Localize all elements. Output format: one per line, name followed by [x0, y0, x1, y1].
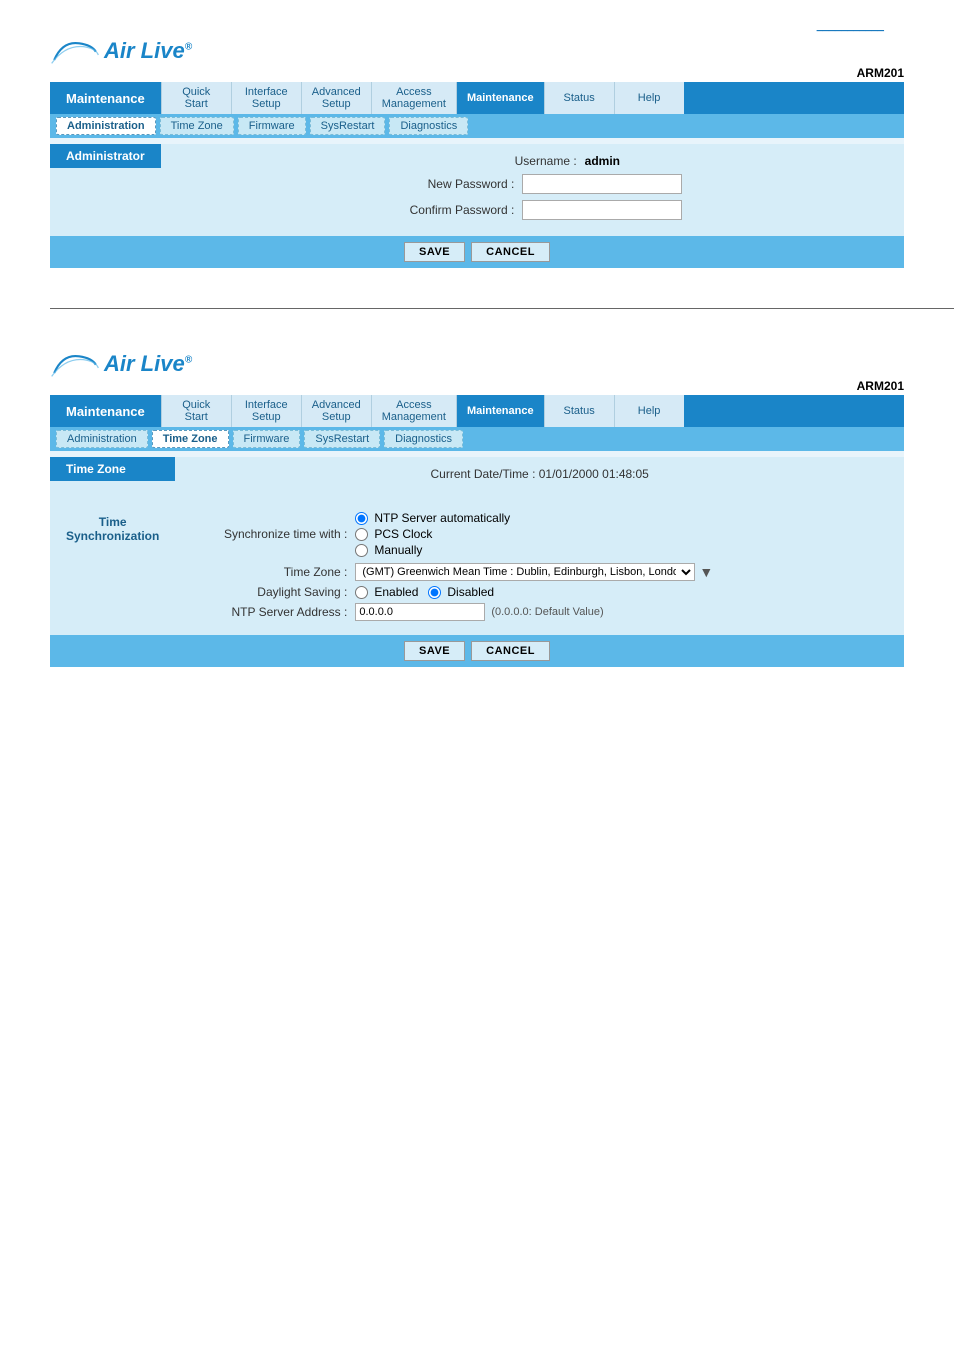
- admin-button-area: SAVE CANCEL: [50, 236, 904, 268]
- tz-button-area: SAVE CANCEL: [50, 635, 904, 667]
- admin-save-button[interactable]: SAVE: [404, 242, 465, 262]
- nav-current-label-2: Maintenance: [50, 395, 161, 427]
- nav-bar: Maintenance Quick Start Interface Setup …: [50, 82, 904, 114]
- sub-nav-1: Administration Time Zone Firmware SysRes…: [50, 114, 904, 138]
- daylight-label: Daylight Saving :: [195, 585, 355, 599]
- username-value: admin: [585, 154, 620, 168]
- admin-cancel-button[interactable]: CANCEL: [471, 242, 550, 262]
- ntp-label: NTP Server Address :: [195, 605, 355, 619]
- tz-table: Time Zone Current Date/Time : 01/01/2000…: [50, 457, 904, 635]
- confirm-password-label: Confirm Password :: [382, 203, 522, 217]
- subnav2-sysrestart[interactable]: SysRestart: [304, 430, 380, 448]
- tz-cancel-button[interactable]: CANCEL: [471, 641, 550, 661]
- tz-save-button[interactable]: SAVE: [404, 641, 465, 661]
- subnav2-administration[interactable]: Administration: [56, 430, 148, 448]
- subnav-firmware[interactable]: Firmware: [238, 117, 306, 135]
- sync-label: Synchronize time with :: [195, 527, 355, 541]
- nav2-interface-setup[interactable]: Interface Setup: [231, 395, 301, 427]
- nav-current-label: Maintenance: [50, 82, 161, 114]
- subnav-sysrestart[interactable]: SysRestart: [310, 117, 386, 135]
- time-sync-label: Time Synchronization: [50, 507, 175, 551]
- tz-form: Current Date/Time : 01/01/2000 01:48:05: [175, 457, 904, 501]
- sync-ntp-radio[interactable]: [355, 512, 368, 525]
- new-password-label: New Password :: [382, 177, 522, 191]
- time-sync-form: Synchronize time with : NTP Server autom…: [175, 501, 904, 635]
- sub-nav-2: Administration Time Zone Firmware SysRes…: [50, 427, 904, 451]
- timezone-select[interactable]: (GMT) Greenwich Mean Time : Dublin, Edin…: [355, 563, 695, 581]
- daylight-options: Enabled Disabled: [355, 585, 494, 599]
- device-label: ARM201: [50, 66, 904, 80]
- nav-access-management[interactable]: Access Management: [371, 82, 456, 114]
- sync-options: NTP Server automatically PCS Clock Manua…: [355, 511, 510, 557]
- current-datetime-value: 01/01/2000 01:48:05: [539, 467, 649, 481]
- sync-ntp-auto[interactable]: NTP Server automatically: [355, 511, 510, 525]
- top-link[interactable]: ___________: [50, 20, 904, 32]
- nav-interface-setup[interactable]: Interface Setup: [231, 82, 301, 114]
- sync-manually-radio[interactable]: [355, 544, 368, 557]
- logo-area: Air Live®: [50, 36, 904, 64]
- daylight-disabled-radio[interactable]: [428, 586, 441, 599]
- device-label-2: ARM201: [50, 379, 904, 393]
- subnav2-time-zone[interactable]: Time Zone: [152, 430, 229, 448]
- nav2-status[interactable]: Status: [544, 395, 614, 427]
- logo-text-2: Air Live®: [104, 351, 192, 377]
- tz-section-header: Time Zone: [50, 457, 175, 481]
- sync-pcs-clock[interactable]: PCS Clock: [355, 527, 510, 541]
- admin-table: Administrator Username : admin New Passw…: [50, 144, 904, 236]
- nav2-quick-start[interactable]: Quick Start: [161, 395, 231, 427]
- new-password-input[interactable]: [522, 174, 682, 194]
- nav-help[interactable]: Help: [614, 82, 684, 114]
- nav-bar-2: Maintenance Quick Start Interface Setup …: [50, 395, 904, 427]
- section-divider: [50, 308, 954, 309]
- ntp-input[interactable]: [355, 603, 485, 621]
- current-datetime-label: Current Date/Time :: [430, 467, 535, 481]
- nav2-access-management[interactable]: Access Management: [371, 395, 456, 427]
- sync-row: Synchronize time with : NTP Server autom…: [195, 511, 884, 557]
- daylight-row: Daylight Saving : Enabled Disabled: [195, 585, 884, 599]
- logo-area-2: Air Live®: [50, 349, 904, 377]
- ntp-row: NTP Server Address : (0.0.0.0: Default V…: [195, 603, 884, 621]
- sync-pcs-radio[interactable]: [355, 528, 368, 541]
- subnav-time-zone[interactable]: Time Zone: [160, 117, 234, 135]
- nav2-advanced-setup[interactable]: Advanced Setup: [301, 395, 371, 427]
- timezone-row: Time Zone : (GMT) Greenwich Mean Time : …: [195, 563, 884, 581]
- nav2-maintenance[interactable]: Maintenance: [456, 395, 544, 427]
- nav-quick-start[interactable]: Quick Start: [161, 82, 231, 114]
- admin-section-header: Administrator: [50, 144, 161, 168]
- subnav2-diagnostics[interactable]: Diagnostics: [384, 430, 463, 448]
- ntp-hint: (0.0.0.0: Default Value): [491, 606, 603, 618]
- timezone-label: Time Zone :: [195, 565, 355, 579]
- tz-dropdown-arrow: ▼: [699, 564, 713, 580]
- nav2-help[interactable]: Help: [614, 395, 684, 427]
- username-label: Username :: [445, 154, 585, 168]
- current-datetime-row: Current Date/Time : 01/01/2000 01:48:05: [195, 467, 884, 481]
- subnav2-firmware[interactable]: Firmware: [233, 430, 301, 448]
- nav-maintenance[interactable]: Maintenance: [456, 82, 544, 114]
- daylight-enabled-radio[interactable]: [355, 586, 368, 599]
- logo-text: Air Live®: [104, 38, 192, 64]
- sync-manually[interactable]: Manually: [355, 543, 510, 557]
- subnav-administration[interactable]: Administration: [56, 117, 156, 135]
- nav-status[interactable]: Status: [544, 82, 614, 114]
- nav-advanced-setup[interactable]: Advanced Setup: [301, 82, 371, 114]
- admin-form: Username : admin New Password : Confirm …: [161, 144, 904, 236]
- daylight-enabled[interactable]: Enabled: [355, 585, 418, 599]
- confirm-password-input[interactable]: [522, 200, 682, 220]
- subnav-diagnostics[interactable]: Diagnostics: [389, 117, 468, 135]
- daylight-disabled[interactable]: Disabled: [428, 585, 494, 599]
